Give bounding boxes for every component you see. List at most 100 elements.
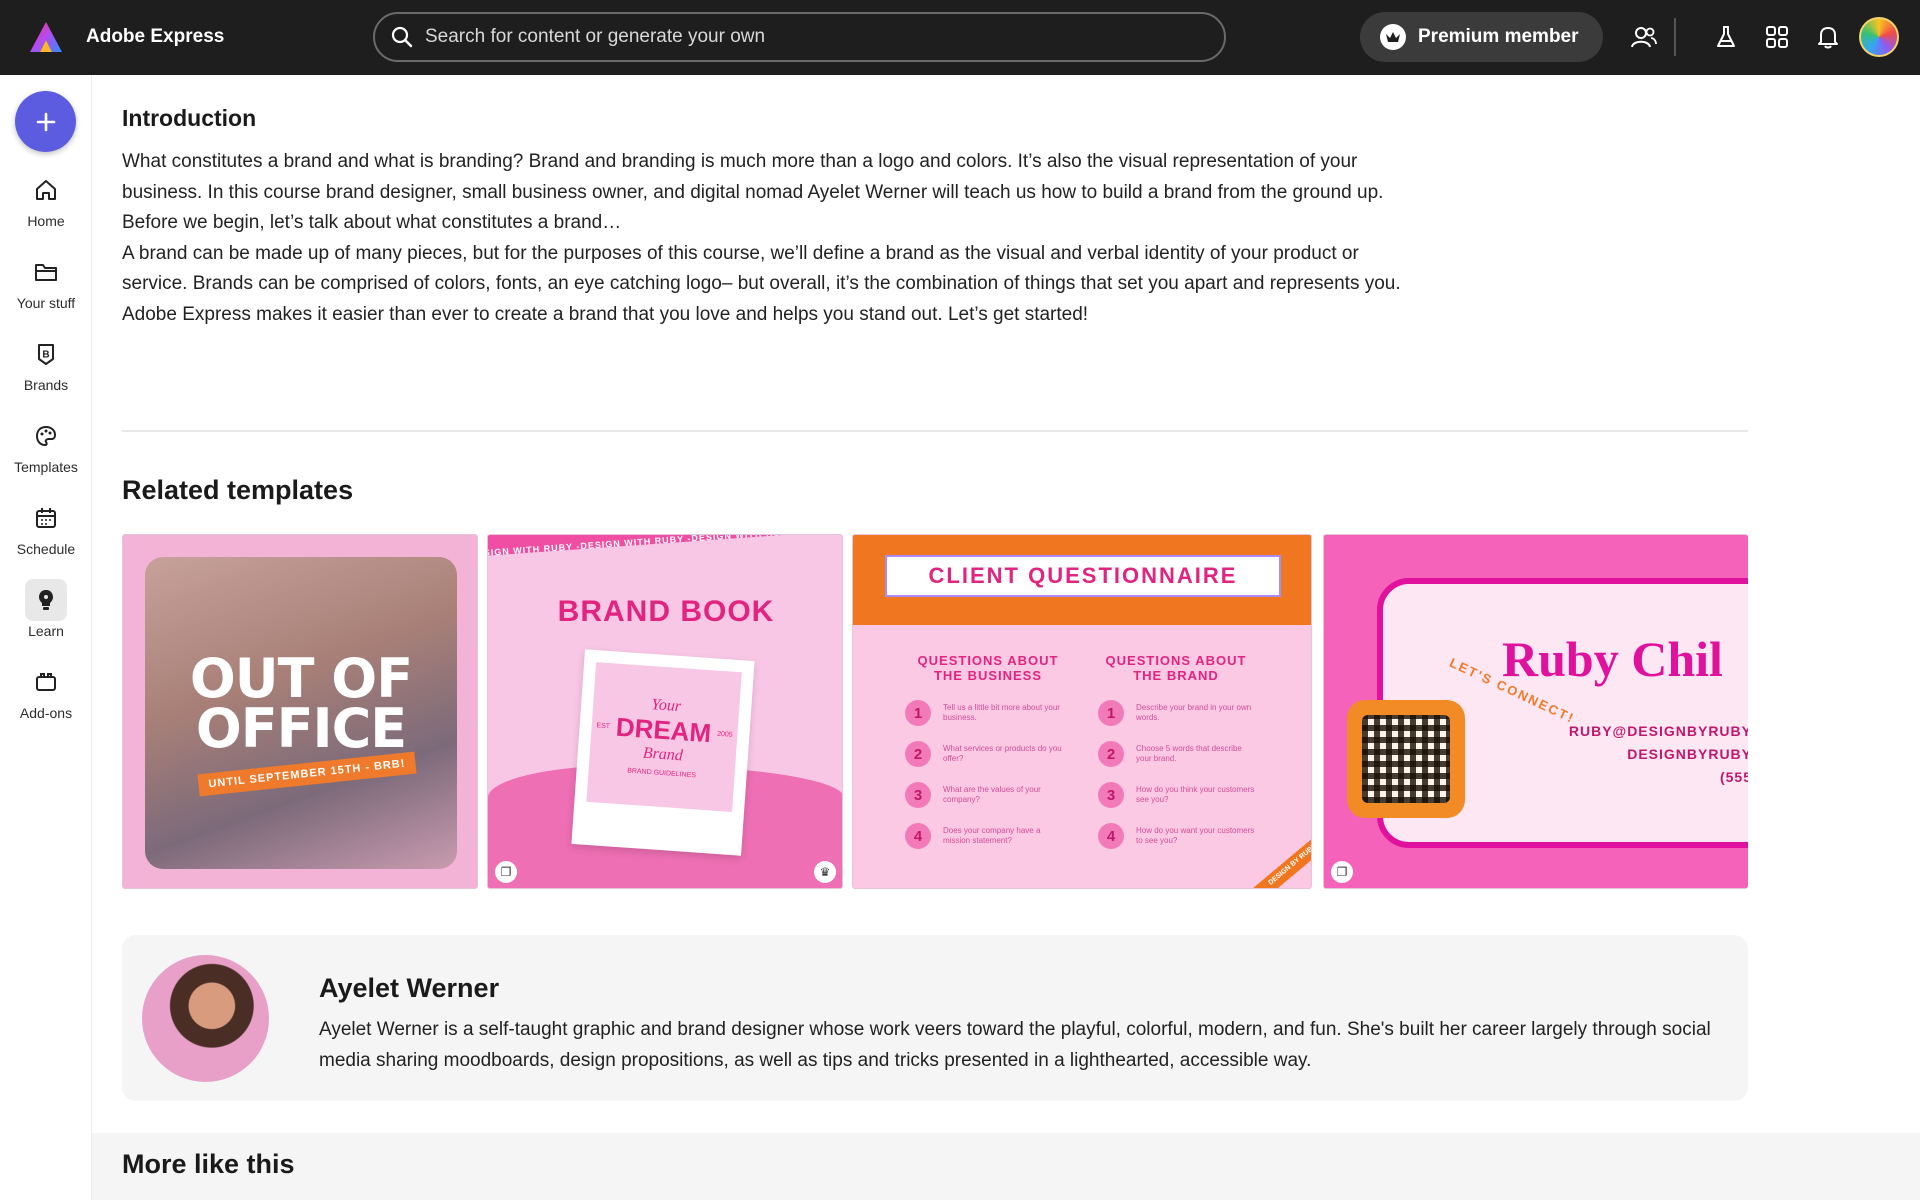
rail-item-learn[interactable]: Learn [0,579,92,639]
top-bar: Adobe Express Premium member [0,0,1920,75]
user-avatar[interactable] [1859,17,1899,57]
search-icon [391,26,413,48]
question-item: 2 Choose 5 words that describe your brand… [1098,741,1256,767]
calendar-icon [25,497,67,539]
template-polaroid: Your EST DREAM 2005 Brand BRAND GUIDELIN… [571,649,755,856]
rail-label-brands: Brands [23,377,69,393]
polaroid-text: DREAM [614,711,713,749]
header-divider [1674,18,1676,56]
question-text: What are the values of your company? [943,785,1041,804]
polaroid-inner: Your EST DREAM 2005 Brand BRAND GUIDELIN… [586,662,742,812]
adobe-express-logo-icon[interactable] [28,20,64,54]
crown-icon [1380,24,1406,50]
question-text: How do you want your customers to see yo… [1136,826,1255,845]
folder-icon [25,251,67,293]
rail-label-home: Home [27,213,65,229]
intro-body: What constitutes a brand and what is bra… [122,147,1412,330]
rail-item-add-ons[interactable]: Add-ons [0,661,92,721]
template-column-heading: QUESTIONS ABOUT THE BRAND [1105,653,1247,683]
premium-member-button[interactable]: Premium member [1360,12,1603,62]
rail-item-home[interactable]: Home [0,169,92,229]
question-text: Describe your brand in your own words. [1136,703,1252,722]
rail-label-learn: Learn [28,623,64,639]
question-number: 1 [1098,700,1124,726]
question-number: 2 [905,741,931,767]
template-card-out-of-office[interactable]: OUT OF OFFICE UNTIL SEPTEMBER 15TH - BRB… [122,534,478,889]
bell-icon[interactable] [1813,22,1843,52]
related-templates-heading: Related templates [122,475,354,505]
polaroid-text: 2005 [716,730,733,739]
left-rail: Home Your stuff B Brands Templates Sched… [0,75,92,1200]
rail-item-schedule[interactable]: Schedule [0,497,92,557]
question-number: 3 [905,782,931,808]
multipage-icon: ❐ [495,861,517,883]
question-item: 3 How do you think your customers see you… [1098,782,1256,808]
intro-paragraph: Before we begin, let’s talk about what c… [122,212,622,233]
search-input[interactable] [425,26,1205,48]
multipage-icon: ❐ [1331,861,1353,883]
question-text: What services or products do you offer? [943,744,1062,763]
rail-label-templates: Templates [14,459,78,475]
template-card-business-card[interactable]: Ruby Chil LET'S CONNECT! RUBY@DESIGNBYRU… [1323,534,1748,889]
question-item: 1 Tell us a little bit more about your bu… [905,700,1063,726]
qr-code [1347,700,1465,818]
question-number: 1 [905,700,931,726]
svg-text:B: B [42,350,49,361]
template-title: BRAND BOOK [557,595,775,628]
more-like-this-section: More like this [92,1133,1920,1200]
qr-code-pattern [1362,715,1450,803]
intro-paragraph: Adobe Express makes it easier than ever … [122,303,1089,325]
question-text: How do you think your customers see you? [1136,785,1255,804]
rail-item-templates[interactable]: Templates [0,415,92,475]
plus-icon [36,112,55,131]
question-text: Choose 5 words that describe your brand. [1136,744,1242,763]
author-name: Ayelet Werner [319,973,500,1003]
app-title[interactable]: Adobe Express [86,26,224,48]
rail-label-add-ons: Add-ons [19,705,73,721]
main-content: Introduction What constitutes a brand an… [92,75,1920,1200]
addons-icon [25,661,67,703]
template-title: CLIENT QUESTIONNAIRE [885,555,1281,597]
premium-label: Premium member [1418,26,1579,47]
crown-icon: ♛ [814,861,836,883]
flask-icon[interactable] [1711,22,1741,52]
rail-item-your-stuff[interactable]: Your stuff [0,251,92,311]
section-divider [122,430,1748,432]
author-avatar [142,955,269,1082]
template-title: Ruby Chil [1502,631,1723,687]
author-card: Ayelet Werner Ayelet Werner is a self-ta… [122,935,1748,1101]
share-people-icon[interactable] [1629,22,1659,52]
more-like-this-heading: More like this [122,1149,295,1179]
intro-heading: Introduction [122,105,257,131]
create-button[interactable] [15,91,76,152]
polaroid-text: Brand [642,744,684,765]
rail-item-brands[interactable]: B Brands [0,333,92,393]
lightbulb-icon [25,579,67,621]
question-item: 3 What are the values of your company? [905,782,1063,808]
template-column-heading: QUESTIONS ABOUT THE BUSINESS [917,653,1059,683]
rail-label-schedule: Schedule [16,541,76,557]
apps-grid-icon[interactable] [1762,22,1792,52]
question-number: 3 [1098,782,1124,808]
intro-paragraph: What constitutes a brand and what is bra… [122,151,1384,203]
polaroid-text: BRAND GUIDELINES [626,767,697,780]
question-number: 4 [905,823,931,849]
template-text: (555 [1719,769,1748,785]
question-number: 2 [1098,741,1124,767]
template-card-client-questionnaire[interactable]: CLIENT QUESTIONNAIRE QUESTIONS ABOUT THE… [852,534,1312,889]
intro-paragraph: A brand can be made up of many pieces, b… [122,242,1401,295]
question-text: Does your company have a mission stateme… [943,826,1041,845]
question-number: 4 [1098,823,1124,849]
question-item: 2 What services or products do you offer? [905,741,1063,767]
author-bio: Ayelet Werner is a self-taught graphic a… [319,1019,1711,1071]
question-item: 1 Describe your brand in your own words. [1098,700,1256,726]
question-text: Tell us a little bit more about your bus… [943,703,1060,722]
template-card-brand-book[interactable]: DESIGN WITH RUBY -DESIGN WITH RUBY -DESI… [487,534,843,889]
question-item: 4 How do you want your customers to see y… [1098,823,1256,849]
rail-label-your-stuff: Your stuff [16,295,76,311]
brand-icon: B [25,333,67,375]
template-text: DESIGNBYRUBY [1627,746,1748,762]
template-text: OFFICE [195,697,407,760]
search-bar[interactable] [373,12,1226,62]
template-text: RUBY@DESIGNBYRUBY [1568,723,1748,739]
